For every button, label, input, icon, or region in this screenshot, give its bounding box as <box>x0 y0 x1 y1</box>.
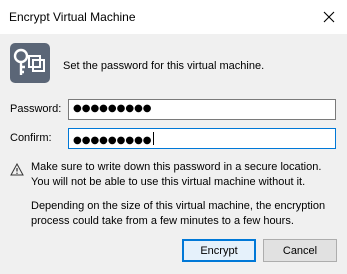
password-value: ●●●●●●●●● <box>73 103 152 114</box>
confirm-field[interactable]: ●●●●●●●●● <box>68 128 336 149</box>
close-icon[interactable] <box>317 5 341 29</box>
confirm-label: Confirm: <box>10 132 52 144</box>
window-title: Encrypt Virtual Machine <box>9 10 136 24</box>
text-caret <box>152 132 154 145</box>
password-label: Password: <box>10 103 62 115</box>
password-field[interactable]: ●●●●●●●●● <box>68 99 336 120</box>
intro-text: Set the password for this virtual machin… <box>63 60 265 72</box>
encrypt-button[interactable]: Encrypt <box>182 239 256 262</box>
key-icon <box>9 42 51 84</box>
warning-text: Make sure to write down this password in… <box>31 161 322 188</box>
confirm-value: ●●●●●●●●● <box>73 135 152 146</box>
warning-icon <box>10 162 24 176</box>
duration-note: Depending on the size of this virtual ma… <box>31 200 326 227</box>
title-bar: Encrypt Virtual Machine <box>0 0 347 34</box>
encrypt-vm-dialog: Encrypt Virtual Machine Set the password… <box>0 0 347 274</box>
cancel-button[interactable]: Cancel <box>263 239 337 262</box>
